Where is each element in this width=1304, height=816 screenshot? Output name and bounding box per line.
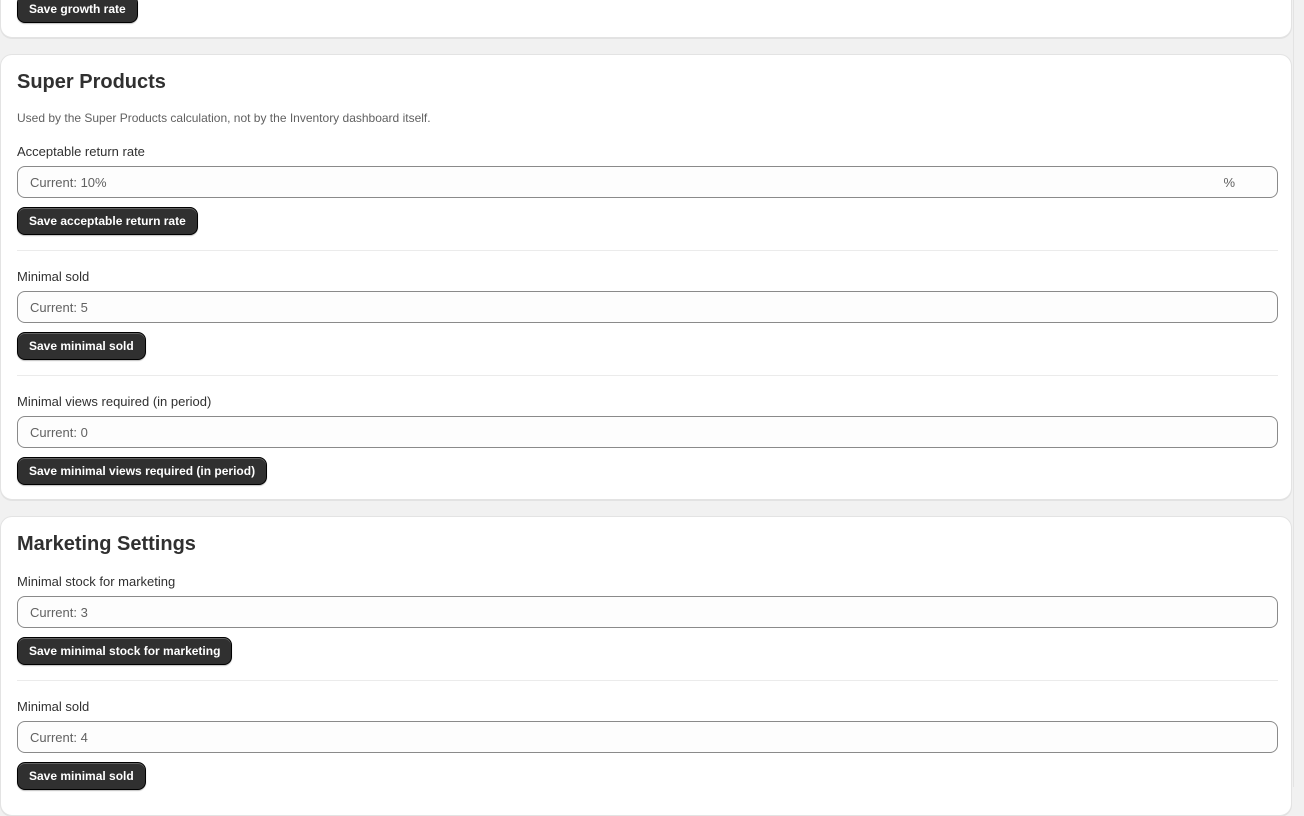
save-acceptable-return-rate-button[interactable]: Save acceptable return rate: [17, 207, 198, 235]
minimal-sold-input[interactable]: Current: 5: [17, 291, 1278, 323]
growth-rate-card: Save growth rate: [0, 0, 1292, 38]
minimal-stock-input[interactable]: Current: 3: [17, 596, 1278, 628]
marketing-settings-card: Marketing Settings Minimal stock for mar…: [0, 516, 1292, 816]
minimal-stock-label: Minimal stock for marketing: [17, 574, 176, 589]
super-products-title: Super Products: [17, 71, 166, 93]
save-minimal-stock-button[interactable]: Save minimal stock for marketing: [17, 637, 233, 665]
minimal-views-placeholder: Current: 0: [30, 424, 88, 440]
marketing-settings-title: Marketing Settings: [17, 533, 196, 555]
marketing-minimal-sold-input[interactable]: Current: 4: [17, 721, 1278, 753]
marketing-minimal-sold-placeholder: Current: 4: [30, 729, 88, 745]
minimal-sold-placeholder: Current: 5: [30, 299, 88, 315]
divider: [17, 375, 1278, 376]
save-minimal-views-button[interactable]: Save minimal views required (in period): [17, 457, 268, 485]
divider: [17, 680, 1278, 681]
percent-suffix: %: [1223, 174, 1235, 190]
acceptable-return-rate-input[interactable]: Current: 10% %: [17, 166, 1278, 198]
save-minimal-sold-button[interactable]: Save minimal sold: [17, 332, 146, 360]
page-scrollbar[interactable]: [1293, 0, 1304, 787]
minimal-views-input[interactable]: Current: 0: [17, 416, 1278, 448]
acceptable-return-rate-label: Acceptable return rate: [17, 144, 145, 159]
super-products-description: Used by the Super Products calculation, …: [17, 111, 431, 125]
divider: [17, 250, 1278, 251]
marketing-minimal-sold-label: Minimal sold: [17, 699, 90, 714]
minimal-sold-label: Minimal sold: [17, 269, 90, 284]
minimal-views-label: Minimal views required (in period): [17, 394, 212, 409]
save-growth-rate-button[interactable]: Save growth rate: [17, 0, 138, 23]
save-marketing-minimal-sold-button[interactable]: Save minimal sold: [17, 762, 146, 790]
super-products-card: Super Products Used by the Super Product…: [0, 54, 1292, 500]
acceptable-return-rate-placeholder: Current: 10%: [30, 174, 107, 190]
minimal-stock-placeholder: Current: 3: [30, 604, 88, 620]
